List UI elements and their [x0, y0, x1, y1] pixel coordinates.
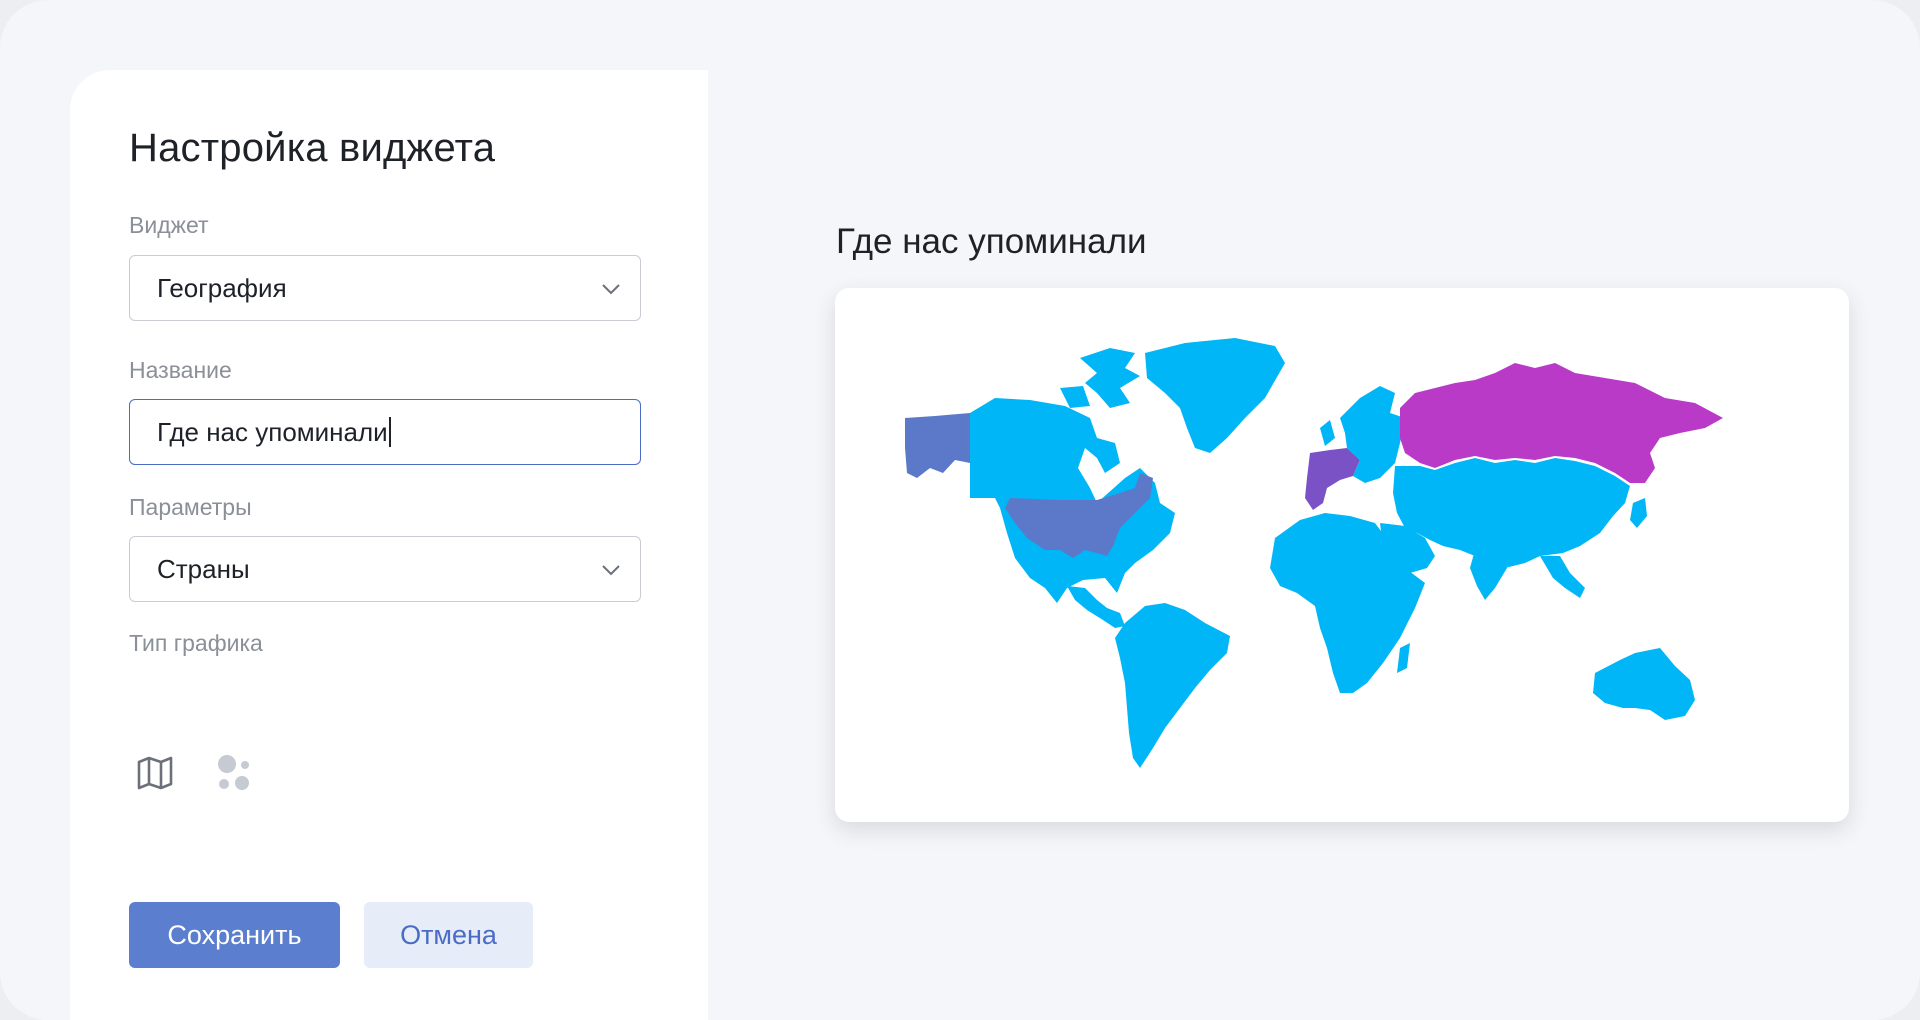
greenland-region: [1145, 338, 1285, 453]
alaska-region: [905, 413, 970, 478]
preview-title: Где нас упоминали: [836, 222, 1147, 261]
name-input[interactable]: Где нас упоминали: [129, 399, 641, 465]
map-card: [835, 288, 1849, 822]
name-label: Название: [129, 357, 232, 383]
map-icon[interactable]: [135, 752, 175, 792]
chart-type-label: Тип графика: [129, 630, 263, 656]
arctic-islands-region: [1060, 386, 1090, 408]
arctic-islands-region: [1080, 348, 1140, 408]
save-button[interactable]: Сохранить: [129, 902, 340, 968]
widget-select-value: География: [157, 272, 287, 303]
india-region: [1470, 550, 1507, 600]
world-map: [905, 338, 1723, 768]
params-select[interactable]: Страны: [129, 536, 641, 602]
southeast-asia-region: [1540, 556, 1585, 598]
params-label: Параметры: [129, 494, 252, 520]
uk-region: [1320, 420, 1335, 446]
app-frame: Настройка виджета Виджет География Назва…: [0, 0, 1920, 1020]
chevron-down-icon: [602, 284, 620, 295]
cancel-button[interactable]: Отмена: [364, 902, 533, 968]
south-america-region: [1115, 603, 1230, 768]
bubbles-icon[interactable]: [214, 752, 254, 792]
name-input-value: Где нас упоминали: [157, 416, 388, 447]
chevron-down-icon: [602, 565, 620, 576]
widget-label: Виджет: [129, 212, 209, 238]
panel-title: Настройка виджета: [129, 126, 496, 170]
japan-region: [1630, 498, 1647, 528]
australia-region: [1593, 648, 1695, 720]
text-cursor: [388, 417, 391, 447]
madagascar-region: [1397, 643, 1410, 673]
widget-select[interactable]: География: [129, 255, 641, 321]
params-select-value: Страны: [157, 553, 250, 584]
western-europe-region: [1305, 448, 1360, 510]
central-america-region: [1067, 586, 1125, 628]
widget-settings-panel: Настройка виджета Виджет География Назва…: [70, 70, 708, 1020]
